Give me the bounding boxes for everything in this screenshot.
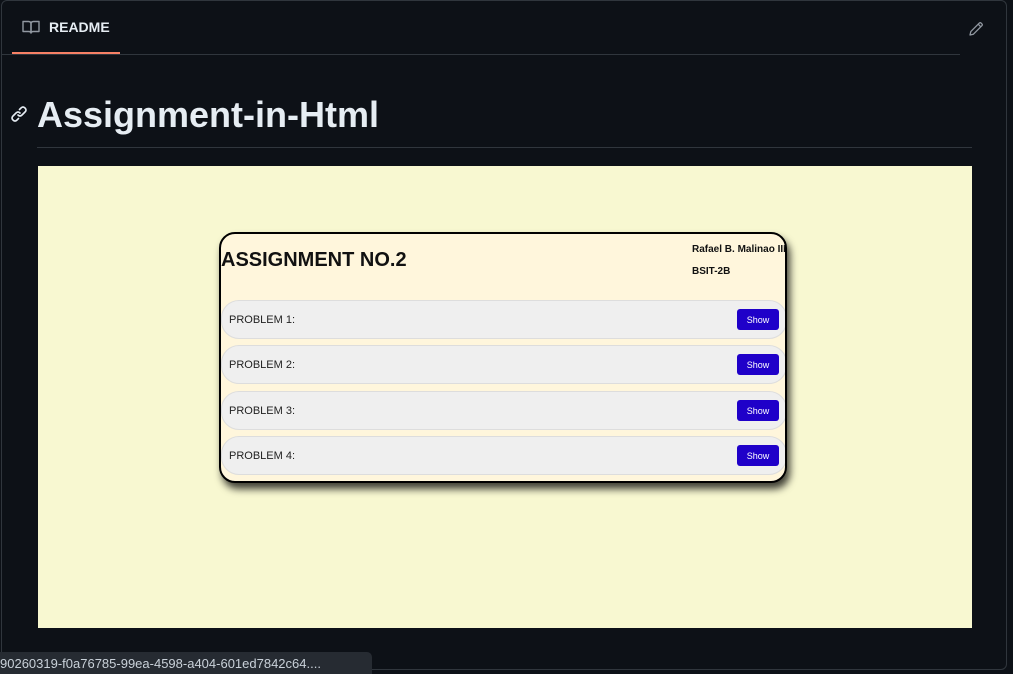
problem-label: PROBLEM 2:	[229, 359, 296, 371]
section-label: BSIT-2B	[692, 266, 731, 277]
problem-label: PROBLEM 1:	[229, 314, 296, 326]
link-status-tooltip: 90260319-f0a76785-99ea-4598-a404-601ed78…	[0, 652, 372, 674]
assignment-card: ASSIGNMENT NO.2 Rafael B. Malinao III BS…	[219, 232, 787, 483]
author-name: Rafael B. Malinao III	[692, 244, 786, 255]
pencil-icon[interactable]	[967, 20, 985, 38]
show-button[interactable]: Show	[737, 445, 779, 466]
link-icon[interactable]	[10, 105, 28, 123]
tab-readme[interactable]: README	[12, 1, 120, 54]
readme-heading: Assignment-in-Html	[37, 92, 972, 148]
problem-row: PROBLEM 3: Show	[221, 391, 785, 430]
problem-row: PROBLEM 1: Show	[221, 300, 785, 339]
show-button[interactable]: Show	[737, 354, 779, 375]
show-button[interactable]: Show	[737, 400, 779, 421]
show-button[interactable]: Show	[737, 309, 779, 330]
readme-tabbar: README	[2, 1, 960, 55]
screenshot-preview: ASSIGNMENT NO.2 Rafael B. Malinao III BS…	[38, 166, 972, 628]
problem-row: PROBLEM 2: Show	[221, 345, 785, 384]
problem-label: PROBLEM 3:	[229, 405, 296, 417]
tab-readme-label: README	[49, 18, 110, 35]
book-icon	[22, 20, 40, 34]
problem-row: PROBLEM 4: Show	[221, 436, 785, 475]
card-title: ASSIGNMENT NO.2	[221, 249, 407, 271]
problem-label: PROBLEM 4:	[229, 450, 296, 462]
